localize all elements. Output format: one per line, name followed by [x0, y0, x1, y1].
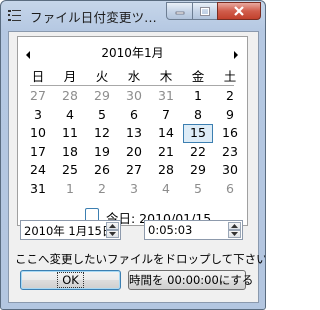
calendar-day[interactable]: 1 [182, 87, 214, 106]
calendar-day[interactable]: 18 [54, 143, 86, 162]
calendar-day[interactable]: 30 [118, 87, 150, 106]
spin-up-button[interactable] [106, 222, 119, 230]
calendar-day[interactable]: 20 [118, 143, 150, 162]
calendar-day[interactable]: 29 [182, 161, 214, 180]
reset-time-button[interactable]: 時間を 00:00:00にする [128, 270, 253, 290]
ok-button-label: OK [57, 272, 84, 288]
weekday-label: 水 [127, 69, 141, 84]
calendar-day[interactable]: 10 [22, 124, 54, 143]
date-spinner[interactable] [106, 222, 119, 238]
calendar-day[interactable]: 28 [150, 161, 182, 180]
time-spinner[interactable] [228, 222, 241, 238]
close-button[interactable] [217, 2, 261, 20]
arrow-down-icon [109, 232, 116, 236]
minimize-icon [175, 11, 184, 15]
calendar-day[interactable]: 7 [150, 106, 182, 125]
weekday-label: 木 [159, 69, 173, 84]
weekday-label: 土 [223, 69, 237, 84]
calendar-day-selected[interactable]: 15 [183, 124, 213, 143]
calendar-day[interactable]: 8 [182, 106, 214, 125]
window-title: ファイル日付変更ツ... [30, 10, 157, 25]
calendar-day[interactable]: 5 [182, 180, 214, 199]
app-window: ファイル日付変更ツ... 2010年1月 日 月 火 水 木 金 土 27 28… [0, 0, 266, 310]
calendar-day[interactable]: 4 [54, 106, 86, 125]
arrow-down-icon [231, 232, 238, 236]
app-icon[interactable] [7, 8, 23, 24]
calendar-day[interactable]: 2 [214, 87, 246, 106]
time-picker[interactable]: 0:05:03 [144, 220, 243, 240]
calendar-day[interactable]: 28 [54, 87, 86, 106]
next-month-button[interactable] [230, 46, 240, 59]
calendar-day[interactable]: 29 [86, 87, 118, 106]
minimize-button[interactable] [166, 2, 193, 20]
calendar-day[interactable]: 27 [22, 87, 54, 106]
calendar-day[interactable]: 6 [214, 180, 246, 199]
maximize-icon [200, 6, 210, 16]
drop-instruction: ここへ変更したいファイルをドロップして下さい [15, 252, 266, 266]
close-icon [234, 6, 244, 16]
calendar-day[interactable]: 19 [86, 143, 118, 162]
date-picker[interactable]: 2010年 1月15日 [20, 220, 121, 240]
spin-down-button[interactable] [106, 230, 119, 238]
client-area: 2010年1月 日 月 火 水 木 金 土 27 28 29 30 31 1 2 3 4 5 6 7 8… [8, 31, 265, 303]
spin-down-button[interactable] [228, 230, 241, 238]
ok-button[interactable]: OK [20, 270, 121, 290]
month-title[interactable]: 2010年1月 [18, 44, 247, 61]
calendar-day[interactable]: 23 [214, 143, 246, 162]
calendar-day[interactable]: 6 [118, 106, 150, 125]
weekday-label: 金 [191, 69, 205, 84]
calendar-day[interactable]: 1 [54, 180, 86, 199]
calendar-day[interactable]: 4 [150, 180, 182, 199]
calendar-day[interactable]: 24 [22, 161, 54, 180]
weekday-header: 日 月 火 水 木 金 土 [22, 66, 246, 84]
calendar-day[interactable]: 13 [118, 124, 150, 143]
calendar-day[interactable]: 26 [86, 161, 118, 180]
calendar-day[interactable]: 14 [150, 124, 182, 143]
day-grid: 27 28 29 30 31 1 2 3 4 5 6 7 8 9 10 11 12 13 14 15 16 17 18 19 2… [22, 87, 246, 198]
weekday-label: 日 [31, 69, 45, 84]
calendar-day[interactable]: 2 [86, 180, 118, 199]
calendar-day[interactable]: 22 [182, 143, 214, 162]
triangle-right-icon [234, 51, 238, 59]
arrow-up-icon [109, 224, 116, 228]
calendar-day[interactable]: 5 [86, 106, 118, 125]
calendar-day[interactable]: 30 [214, 161, 246, 180]
divider [30, 85, 234, 86]
date-value: 2010年 1月15日 [24, 224, 114, 238]
calendar-day[interactable]: 31 [22, 180, 54, 199]
calendar-day[interactable]: 3 [22, 106, 54, 125]
calendar-day[interactable]: 17 [22, 143, 54, 162]
weekday-label: 火 [95, 69, 109, 84]
calendar-day[interactable]: 16 [214, 124, 246, 143]
title-bar[interactable]: ファイル日付変更ツ... [1, 1, 265, 31]
weekday-label: 月 [63, 69, 77, 84]
arrow-up-icon [231, 224, 238, 228]
month-calendar[interactable]: 2010年1月 日 月 火 水 木 金 土 27 28 29 30 31 1 2 3 4 5 6 7 8… [17, 36, 248, 226]
calendar-day[interactable]: 3 [118, 180, 150, 199]
maximize-button[interactable] [192, 2, 218, 20]
calendar-day[interactable]: 9 [214, 106, 246, 125]
calendar-day[interactable]: 25 [54, 161, 86, 180]
calendar-day[interactable]: 21 [150, 143, 182, 162]
calendar-day[interactable]: 31 [150, 87, 182, 106]
calendar-day[interactable]: 12 [86, 124, 118, 143]
calendar-day[interactable]: 11 [54, 124, 86, 143]
calendar-day[interactable]: 27 [118, 161, 150, 180]
spin-up-button[interactable] [228, 222, 241, 230]
time-value: 0:05:03 [148, 223, 193, 237]
